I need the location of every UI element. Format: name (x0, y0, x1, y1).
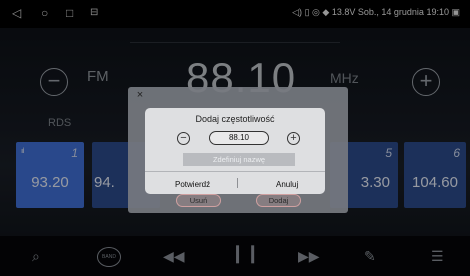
dialog-action-divider (237, 178, 238, 188)
dialog-divider (145, 171, 325, 172)
confirm-button[interactable]: Potwierdź (175, 180, 210, 189)
station-name-input[interactable]: Zdefiniuj nazwę (183, 153, 295, 166)
dialog-title: Dodaj częstotliwość (195, 114, 275, 124)
remove-button[interactable]: Usuń (176, 194, 221, 207)
close-icon[interactable]: × (134, 89, 146, 101)
cancel-button[interactable]: Anuluj (276, 180, 298, 189)
decrement-button[interactable]: − (177, 132, 190, 145)
frequency-input[interactable]: 88.10 (209, 131, 269, 145)
add-button[interactable]: Dodaj (256, 194, 301, 207)
increment-button[interactable]: + (287, 132, 300, 145)
